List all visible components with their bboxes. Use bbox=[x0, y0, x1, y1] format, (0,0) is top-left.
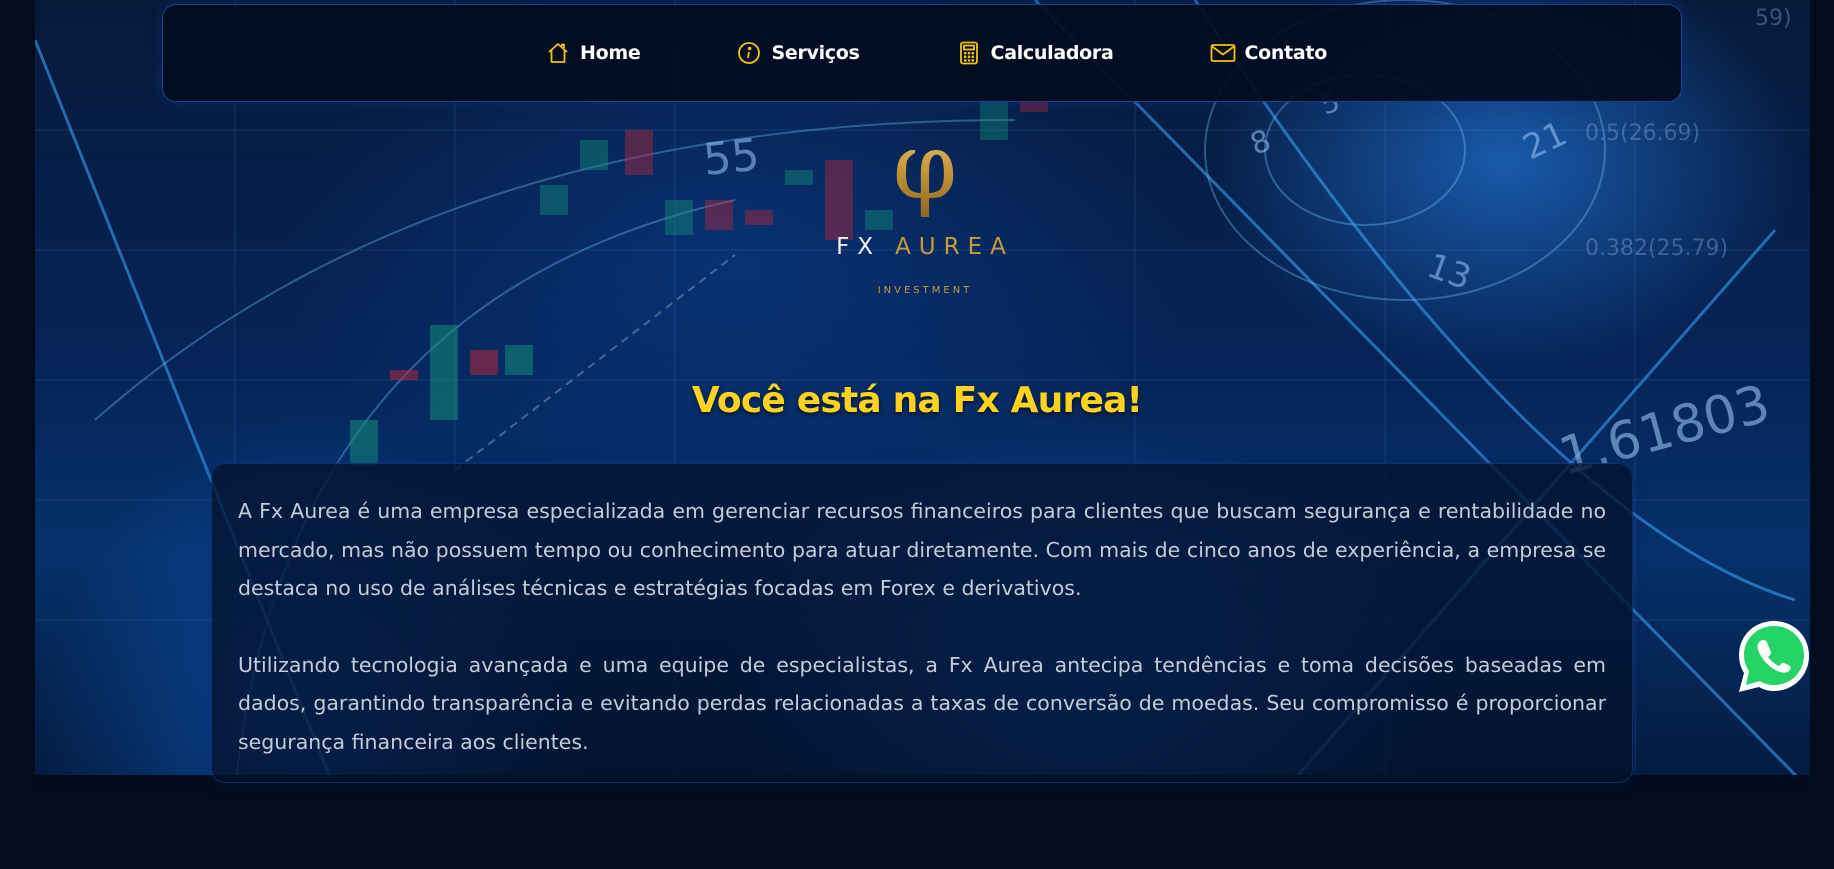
bg-number-fib-05: 0.5(26.69) bbox=[1585, 121, 1700, 146]
bg-number-55: 55 bbox=[701, 129, 762, 186]
phi-symbol: φ bbox=[893, 124, 957, 220]
bg-number-59: 59) bbox=[1755, 6, 1792, 31]
whatsapp-icon bbox=[1739, 621, 1809, 692]
about-paragraph-1: A Fx Aurea é uma empresa especializada e… bbox=[238, 499, 1606, 600]
bg-number-8: 8 bbox=[1246, 123, 1276, 162]
nav-item-home[interactable]: Home bbox=[545, 40, 641, 66]
nav-servicos-label: Serviços bbox=[771, 42, 860, 64]
about-card: A Fx Aurea é uma empresa especializada e… bbox=[211, 463, 1633, 783]
main-navbar: Home Serviços Calculadora Contato bbox=[162, 4, 1682, 102]
nav-calculadora-label: Calculadora bbox=[990, 42, 1114, 64]
about-paragraph-2: Utilizando tecnologia avançada e uma equ… bbox=[238, 652, 1606, 754]
bg-number-fib-0382: 0.382(25.79) bbox=[1585, 236, 1728, 261]
bg-number-21: 21 bbox=[1517, 114, 1573, 169]
nav-home-label: Home bbox=[580, 42, 641, 64]
calculator-icon bbox=[956, 40, 982, 66]
brand-name-fx: FX bbox=[836, 234, 882, 260]
home-icon bbox=[545, 40, 571, 66]
nav-item-servicos[interactable]: Serviços bbox=[736, 40, 860, 66]
whatsapp-button[interactable] bbox=[1735, 618, 1813, 696]
phi-logo-icon: φ bbox=[886, 113, 964, 230]
nav-list: Home Serviços Calculadora Contato bbox=[545, 40, 1327, 66]
nav-contato-label: Contato bbox=[1244, 42, 1328, 64]
bg-number-13: 13 bbox=[1422, 246, 1476, 298]
page: 55 8 5 21 13 0.5(26.69) 0.382(25.79) 1.6… bbox=[0, 0, 1834, 869]
brand-name: FX AUREA bbox=[810, 234, 1040, 260]
brand-logo[interactable]: φ FX AUREA INVESTMENT bbox=[810, 113, 1040, 304]
brand-name-aurea: AUREA bbox=[895, 234, 1014, 260]
nav-item-contato[interactable]: Contato bbox=[1210, 40, 1327, 66]
nav-item-calculadora[interactable]: Calculadora bbox=[956, 40, 1114, 66]
info-icon bbox=[736, 40, 762, 66]
hero-headline: Você está na Fx Aurea! bbox=[691, 380, 1143, 421]
brand-tagline: INVESTMENT bbox=[877, 285, 973, 296]
mail-icon bbox=[1210, 40, 1236, 66]
